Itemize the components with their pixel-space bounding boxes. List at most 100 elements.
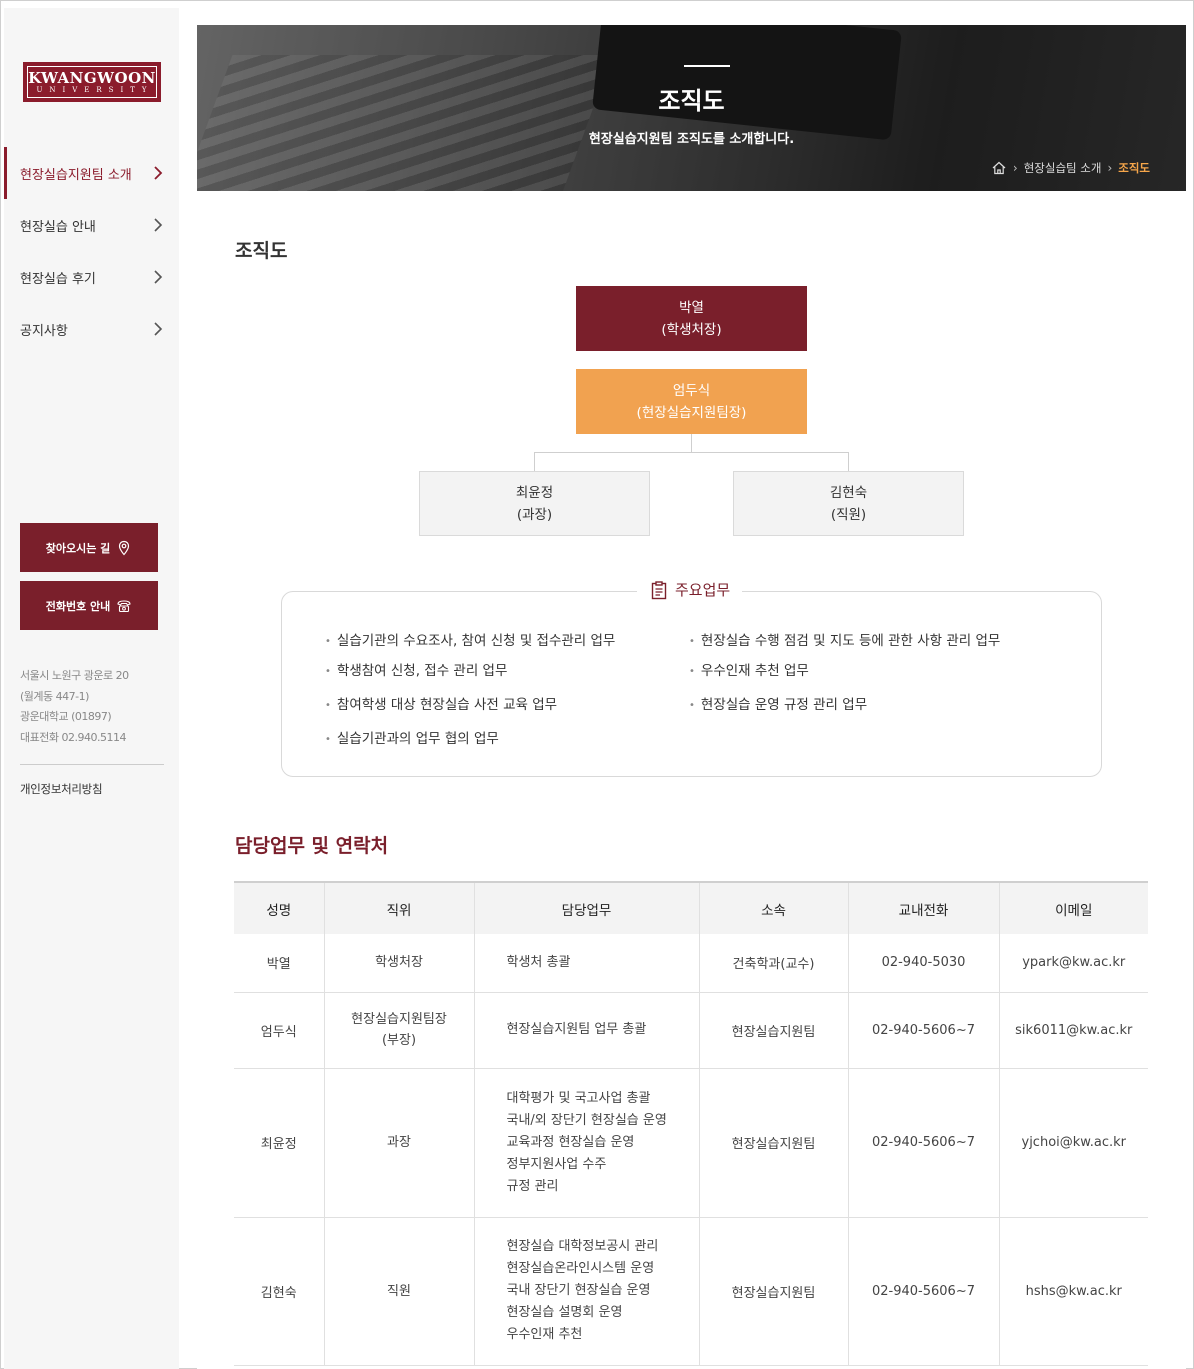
cell-email[interactable]: hshs@kw.ac.kr [999,1217,1148,1366]
duty-item: 학생참여 신청, 접수 관리 업무 [325,659,508,679]
duty-item: 실습기관과의 업무 협의 업무 [325,727,499,747]
org-connector [534,452,535,471]
chevron-right-icon [154,322,163,336]
privacy-policy-link[interactable]: 개인정보처리방침 [20,781,103,797]
sidebar-divider [20,764,164,765]
cell-name: 최윤정 [234,1068,325,1218]
directions-button[interactable]: 찾아오시는 길 [20,523,158,572]
cell-email[interactable]: sik6011@kw.ac.kr [999,992,1148,1069]
cell-email[interactable]: yjchoi@kw.ac.kr [999,1068,1148,1218]
org-connector [534,452,849,453]
cell-duty: 현장실습지원팀 업무 총괄 [474,992,700,1069]
duties-heading: 주요업무 [637,579,743,600]
org-node-manager: 최윤정 (과장) [419,471,650,536]
cell-department: 건축학과(교수) [699,934,849,993]
phone-icon [117,599,131,612]
hero-banner: 조직도 현장실습지원팀 조직도를 소개합니다. › 현장실습팀 소개 › 조직도 [197,25,1186,191]
cell-duty: 대학평가 및 국고사업 총괄 국내/외 장단기 현장실습 운영 교육과정 현장실… [474,1068,700,1218]
logo-wordmark: KWANGWOON [28,68,156,87]
logo-subtext: UNIVERSITY [36,85,154,94]
org-connector [848,452,849,471]
sidebar-item-label: 현장실습 후기 [20,271,96,287]
duty-item: 실습기관의 수요조사, 참여 신청 및 접수관리 업무 [325,629,615,649]
duty-item: 현장실습 운영 규정 관리 업무 [689,693,867,713]
sidebar-item-guide[interactable]: 현장실습 안내 [4,199,179,251]
sidebar-nav: 현장실습지원팀 소개 현장실습 안내 현장실습 후기 공지사항 [4,147,179,355]
duty-item: 참여학생 대상 현장실습 사전 교육 업무 [325,693,557,713]
address-block: 서울시 노원구 광운로 20 (월계동 447-1) 광운대학교 (01897)… [20,666,129,748]
org-node-role: (과장) [516,506,553,523]
cell-phone: 02-940-5030 [848,934,1000,993]
sidebar-item-notices[interactable]: 공지사항 [4,303,179,355]
cell-position: 학생처장 [324,934,475,993]
address-line: (월계동 447-1) [20,689,89,703]
column-header-department: 소속 [699,881,849,934]
breadcrumb: › 현장실습팀 소개 › 조직도 [991,160,1150,176]
main-content: 조직도 현장실습지원팀 조직도를 소개합니다. › 현장실습팀 소개 › 조직도… [197,25,1186,1369]
address-line: 광운대학교 (01897) [20,710,112,723]
duty-item: 우수인재 추천 업무 [689,659,809,679]
cell-position: 현장실습지원팀장 (부장) [324,992,475,1069]
clipboard-icon [651,580,667,599]
sidebar: KWANGWOON UNIVERSITY 현장실습지원팀 소개 현장실습 안내 … [4,8,179,1369]
org-node-name: 박열 [679,299,704,316]
org-node-director: 박열 (학생처장) [576,286,807,351]
column-header-email: 이메일 [999,881,1148,934]
org-node-name: 엄두식 [672,382,711,399]
table-row: 엄두식 현장실습지원팀장 (부장) 현장실습지원팀 업무 총괄 현장실습지원팀 … [234,992,1148,1069]
cell-position: 과장 [324,1068,475,1218]
cell-phone: 02-940-5606~7 [848,992,1000,1069]
university-logo[interactable]: KWANGWOON UNIVERSITY [23,62,161,102]
duties-box [281,591,1102,777]
org-node-staff: 김현숙 (직원) [733,471,964,536]
breadcrumb-separator-icon: › [1107,161,1113,175]
cell-name: 박열 [234,934,325,993]
phone-info-label: 전화번호 안내 [45,599,111,613]
table-row: 김현숙 직원 현장실습 대학정보공시 관리 현장실습온라인시스템 운영 국내 장… [234,1217,1148,1366]
sidebar-item-label: 현장실습지원팀 소개 [20,167,132,183]
breadcrumb-item[interactable]: 현장실습팀 소개 [1024,160,1102,176]
table-row: 최윤정 과장 대학평가 및 국고사업 총괄 국내/외 장단기 현장실습 운영 교… [234,1068,1148,1218]
cell-department: 현장실습지원팀 [699,1068,849,1218]
cell-phone: 02-940-5606~7 [848,1068,1000,1218]
chevron-right-icon [154,270,163,284]
chevron-right-icon [154,218,163,232]
cell-department: 현장실습지원팀 [699,1217,849,1366]
cell-email[interactable]: ypark@kw.ac.kr [999,934,1148,993]
directions-label: 찾아오시는 길 [45,541,111,555]
address-line: 대표전화 02.940.5114 [20,730,126,744]
table-header-row: 성명 직위 담당업무 소속 교내전화 이메일 [234,881,1148,934]
phone-info-button[interactable]: 전화번호 안내 [20,581,158,630]
org-node-name: 최윤정 [515,484,554,501]
duties-title: 주요업무 [675,581,731,599]
home-icon[interactable] [991,161,1007,175]
column-header-position: 직위 [324,881,475,934]
org-connector [691,434,692,452]
cell-duty: 현장실습 대학정보공시 관리 현장실습온라인시스템 운영 국내 장단기 현장실습… [474,1217,700,1366]
org-node-role: (학생처장) [661,321,722,338]
page-subtitle: 현장실습지원팀 조직도를 소개합니다. [588,132,795,147]
column-header-phone: 교내전화 [848,881,1000,934]
cell-department: 현장실습지원팀 [699,992,849,1069]
org-node-name: 김현숙 [829,484,868,501]
sidebar-item-label: 공지사항 [20,323,68,339]
cell-name: 김현숙 [234,1217,325,1366]
contacts-section-title: 담당업무 및 연락처 [235,835,389,857]
chevron-right-icon [154,166,163,180]
cell-position: 직원 [324,1217,475,1366]
sidebar-item-team-intro[interactable]: 현장실습지원팀 소개 [4,147,179,199]
breadcrumb-separator-icon: › [1012,161,1018,175]
cell-phone: 02-940-5606~7 [848,1217,1000,1366]
column-header-name: 성명 [234,881,325,934]
hero-divider [684,65,730,67]
address-line: 서울시 노원구 광운로 20 [20,669,129,682]
contacts-table: 성명 직위 담당업무 소속 교내전화 이메일 박열 학생처장 학생처 총괄 건축… [234,881,1148,1366]
sidebar-item-label: 현장실습 안내 [20,219,96,235]
column-header-duty: 담당업무 [474,881,700,934]
org-section-title: 조직도 [235,240,288,262]
sidebar-item-reviews[interactable]: 현장실습 후기 [4,251,179,303]
breadcrumb-current[interactable]: 조직도 [1118,160,1150,176]
cell-duty: 학생처 총괄 [474,934,700,993]
org-node-role: (현장실습지원팀장) [636,404,747,421]
cell-name: 엄두식 [234,992,325,1069]
